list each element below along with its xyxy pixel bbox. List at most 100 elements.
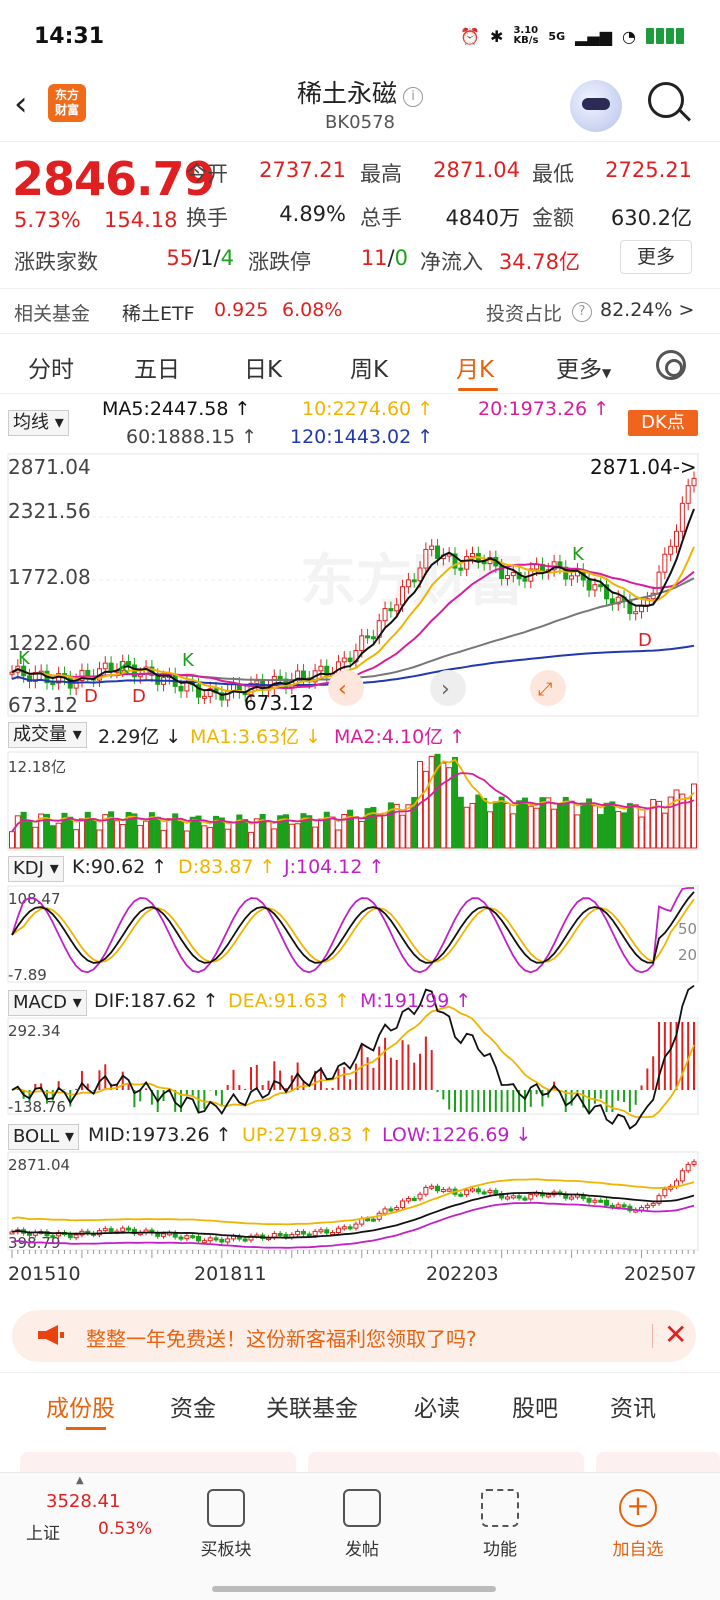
search-icon[interactable] <box>648 82 684 118</box>
assistant-robot-icon[interactable] <box>570 80 622 132</box>
kline-candle <box>510 571 516 577</box>
boll-candle <box>184 1235 190 1240</box>
tab-daily-k[interactable]: 日K <box>244 350 282 384</box>
kline-candle <box>423 548 429 569</box>
boll-candle <box>674 1180 680 1187</box>
tab-forum[interactable]: 股吧 <box>512 1389 558 1423</box>
kline-candle <box>504 575 510 580</box>
boll-candle <box>621 1204 627 1208</box>
inflow-value: 34.78亿 <box>498 250 580 274</box>
close-icon[interactable]: ✕ <box>664 1318 687 1351</box>
more-button[interactable]: 更多 <box>620 240 692 274</box>
volume-bar <box>67 816 74 849</box>
tab-must-read[interactable]: 必读 <box>414 1389 460 1423</box>
dk-point-button[interactable]: DK点 <box>628 410 698 436</box>
volume-bar <box>20 811 27 849</box>
fund-label: 相关基金 <box>14 303 91 325</box>
kline-candle <box>656 571 662 594</box>
boll-candle <box>522 1197 528 1201</box>
kdj-d: D:83.87 ↑ <box>178 856 276 878</box>
volume-selector[interactable]: 成交量 ▾ <box>8 722 87 748</box>
volume-bar <box>207 827 214 849</box>
boll-candle <box>73 1234 79 1239</box>
turnover-label: 换手 <box>186 206 228 230</box>
info-icon[interactable]: i <box>403 87 423 107</box>
volume-bar <box>597 814 604 849</box>
tab-news[interactable]: 资讯 <box>610 1389 656 1423</box>
kdj-j: J:104.12 ↑ <box>284 856 385 878</box>
boll-candle <box>446 1188 452 1192</box>
bluetooth-icon: ✱ <box>490 26 504 46</box>
home-indicator <box>212 1586 496 1592</box>
kline-candle <box>102 662 108 670</box>
boll-candle <box>365 1218 371 1222</box>
caret-up-icon: ▲ <box>76 1475 84 1486</box>
content-tabs: 成份股 资金 关联基金 必读 股吧 资讯 <box>0 1372 720 1434</box>
kline-candle <box>178 685 184 692</box>
high-value: 2871.04 <box>433 158 520 182</box>
kline-candle <box>184 682 190 692</box>
ma20-label: 20:1973.26 ↑ <box>478 398 610 420</box>
gear-icon[interactable] <box>656 350 686 380</box>
kline-candle <box>592 584 598 591</box>
tab-weekly-k[interactable]: 周K <box>350 350 388 384</box>
buy-sector-icon <box>207 1489 245 1527</box>
nav-functions[interactable]: 功能 <box>450 1473 550 1560</box>
network-type: 5G <box>548 29 566 43</box>
boll-candle <box>335 1227 341 1234</box>
boll-candle <box>108 1228 114 1233</box>
volume-bar <box>166 818 173 849</box>
tab-more[interactable]: 更多▼ <box>556 350 611 384</box>
volume-bar <box>352 816 359 849</box>
boll-candle <box>330 1232 336 1236</box>
boll-candle <box>201 1240 207 1244</box>
volume-bar <box>656 800 663 849</box>
volume-bar <box>615 811 622 849</box>
boll-selector[interactable]: BOLL ▾ <box>8 1124 80 1150</box>
nav-post[interactable]: 发帖 <box>312 1473 412 1560</box>
related-fund-row[interactable]: 相关基金 稀土ETF 0.925 6.08% 投资占比 ? 82.24% > <box>0 288 720 334</box>
ma10-label: 10:2274.60 ↑ <box>302 398 434 420</box>
nav-buy-sector[interactable]: 买板块 <box>176 1473 276 1560</box>
kline-candle <box>318 665 324 672</box>
tab-timeshare[interactable]: 分时 <box>28 350 74 384</box>
nav-add-watchlist[interactable]: + 加自选 <box>588 1473 688 1560</box>
help-icon[interactable]: ? <box>572 302 592 322</box>
macd-ymax: 292.34 <box>8 1022 61 1040</box>
ytick-label: 2321.56 <box>8 499 91 523</box>
tab-related-funds[interactable]: 关联基金 <box>266 1389 358 1423</box>
volume-bar <box>376 815 383 849</box>
kline-candle <box>598 584 604 588</box>
plus-icon: + <box>619 1489 657 1527</box>
svg-text:K: K <box>118 658 131 679</box>
tab-five-day[interactable]: 五日 <box>134 350 180 384</box>
boll-candle <box>196 1235 202 1242</box>
boll-candle <box>405 1197 411 1202</box>
promo-banner[interactable]: 整整一年免费送！这份新客福利您领取了吗? ✕ <box>12 1310 696 1362</box>
x-label: 202507 <box>624 1263 697 1285</box>
kdj-selector[interactable]: KDJ ▾ <box>8 856 64 882</box>
volume-bar <box>90 818 97 849</box>
tab-funds-flow[interactable]: 资金 <box>170 1389 216 1423</box>
boll-candle <box>306 1233 312 1237</box>
breadth-label: 涨跌家数 <box>14 250 98 274</box>
svg-text:K: K <box>572 544 585 565</box>
ma-selector[interactable]: 均线 ▾ <box>8 410 69 436</box>
volume-bar <box>137 824 144 849</box>
tab-monthly-k[interactable]: 月K <box>456 350 494 384</box>
kline-candle <box>569 575 575 580</box>
volume-bar <box>521 797 528 849</box>
period-tabs: 分时 五日 日K 周K 月K 更多▼ <box>0 336 720 394</box>
volume-bar <box>247 831 254 849</box>
svg-text:D: D <box>84 686 98 707</box>
invest-value: 82.24% > <box>600 299 695 321</box>
boll-mid: MID:1973.26 ↑ <box>88 1124 232 1146</box>
volume-bar <box>96 829 103 849</box>
boll-candle <box>493 1189 499 1194</box>
boll-candle <box>324 1229 330 1234</box>
macd-selector[interactable]: MACD ▾ <box>8 990 87 1016</box>
volume-bar <box>317 818 324 849</box>
ytick-label: 2871.04 <box>8 455 91 479</box>
volume-bar <box>288 823 295 849</box>
tab-constituents[interactable]: 成份股 <box>46 1389 115 1423</box>
